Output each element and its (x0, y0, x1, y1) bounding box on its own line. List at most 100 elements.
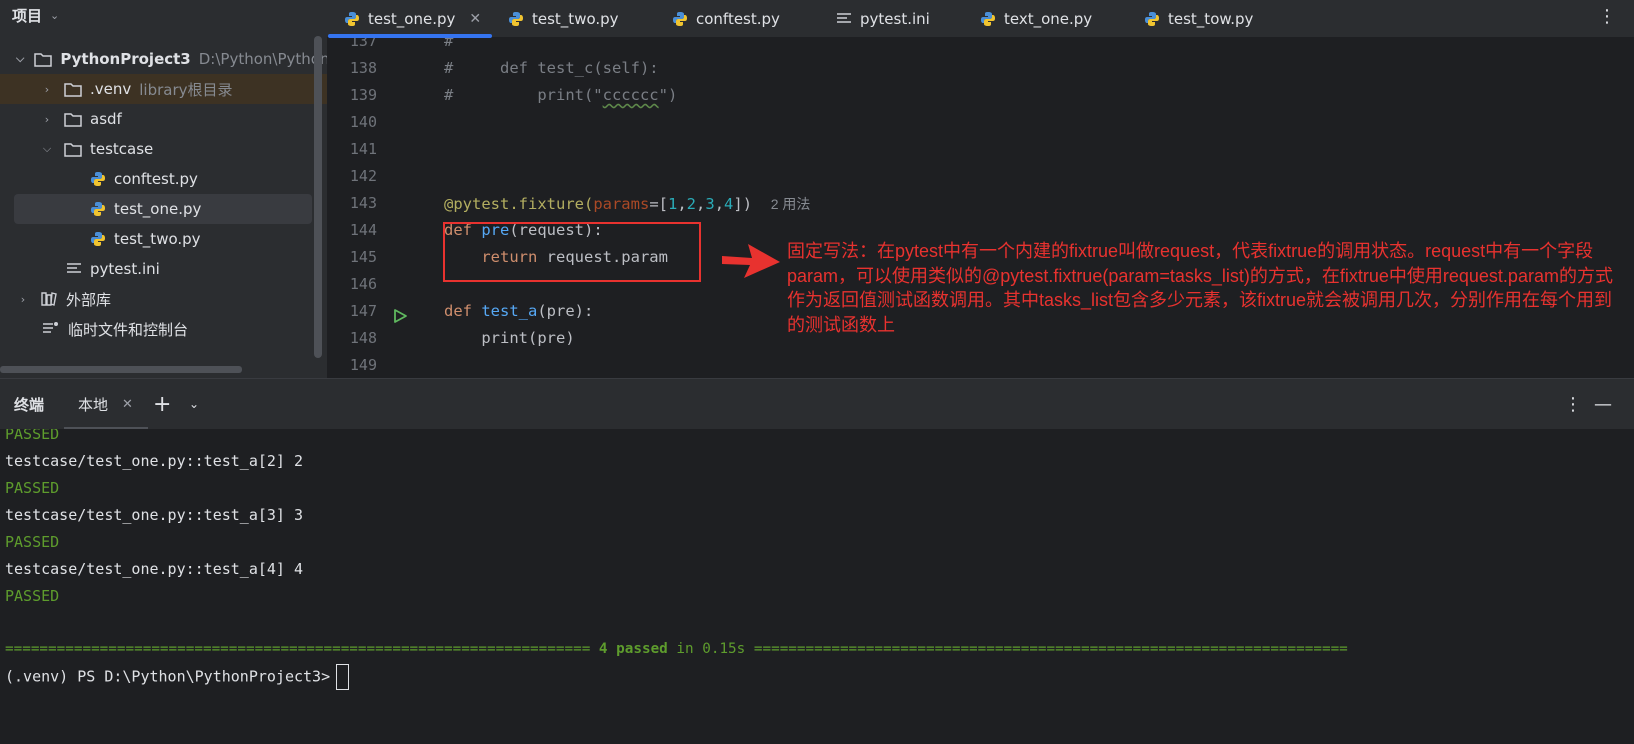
tree-item-test-two[interactable]: test_two.py (0, 224, 316, 254)
sidebar-vertical-scrollbar[interactable] (314, 36, 322, 358)
chevron-down-icon[interactable]: ⌵ (40, 142, 54, 156)
close-icon[interactable]: ✕ (122, 397, 133, 412)
run-test-icon[interactable] (392, 308, 408, 328)
tree-item-label: asdf (90, 110, 122, 128)
terminal-line: PASSED (5, 533, 60, 551)
minimize-icon[interactable]: — (1594, 379, 1612, 429)
terminal-prompt[interactable]: (.venv) PS D:\Python\PythonProject3> (5, 664, 350, 690)
annotation-arrow-icon (722, 240, 780, 284)
tree-item-venv[interactable]: › .venv library根目录 (0, 74, 327, 104)
project-panel-header[interactable]: 项目 ⌄ (0, 0, 327, 30)
line-number: 149 (349, 356, 377, 374)
terminal-summary-line: ========================================… (5, 641, 1348, 657)
python-file-icon (672, 11, 688, 27)
tab-pytest-ini[interactable]: pytest.ini (836, 0, 930, 38)
more-vertical-icon[interactable]: ⋮ (1564, 379, 1582, 429)
code-line-138: # def test_c(self): (444, 59, 659, 77)
code-line-148: print(pre) (481, 329, 575, 347)
tree-item-scratches[interactable]: 临时文件和控制台 (0, 314, 316, 344)
line-number: 146 (349, 275, 377, 293)
python-file-icon (980, 11, 996, 27)
line-number: 139 (349, 86, 377, 104)
text-file-icon (66, 262, 82, 276)
terminal-line: PASSED (5, 479, 60, 497)
line-number: 145 (349, 248, 377, 266)
tab-label: test_two.py (532, 10, 619, 28)
tree-item-project-root[interactable]: ⌵ PythonProject3 D:\Python\PythonP (0, 44, 327, 74)
tree-item-label: test_one.py (114, 200, 202, 218)
line-number: 138 (349, 59, 377, 77)
tree-item-hint: library根目录 (139, 80, 233, 99)
tree-item-asdf[interactable]: › asdf (0, 104, 316, 134)
add-terminal-icon[interactable]: + (153, 379, 171, 429)
folder-icon (64, 82, 82, 97)
tab-label: pytest.ini (860, 10, 930, 28)
chevron-down-icon[interactable]: ⌵ (16, 52, 24, 66)
terminal-line: testcase/test_one.py::test_a[3] 3 (5, 506, 304, 524)
more-vertical-icon[interactable]: ⋮ (1598, 4, 1616, 30)
tree-item-label: conftest.py (114, 170, 198, 188)
annotation-text: 固定写法：在pytest中有一个内建的fixtrue叫做request，代表fi… (787, 241, 1613, 335)
chevron-right-icon[interactable]: › (16, 293, 30, 306)
folder-icon (34, 52, 53, 67)
terminal-line: PASSED (5, 587, 60, 605)
terminal-output[interactable]: PASSED testcase/test_one.py::test_a[2] 2… (0, 429, 1634, 744)
tab-terminal-local[interactable]: 本地 ✕ (78, 379, 133, 429)
python-file-icon (508, 11, 524, 27)
folder-icon (64, 142, 82, 157)
tree-item-conftest[interactable]: conftest.py (0, 164, 316, 194)
tab-label: test_tow.py (1168, 10, 1254, 28)
line-number: 142 (349, 167, 377, 185)
line-number: 144 (349, 221, 377, 239)
python-file-icon (90, 201, 106, 217)
project-panel-title: 项目 (12, 6, 43, 25)
terminal-line: testcase/test_one.py::test_a[2] 2 (5, 452, 304, 470)
chevron-right-icon[interactable]: › (40, 113, 54, 126)
code-line-137: # (444, 38, 454, 50)
tree-item-pytest-ini[interactable]: pytest.ini (0, 254, 316, 284)
close-icon[interactable]: ✕ (469, 11, 481, 27)
tab-label: 本地 (78, 395, 109, 414)
sidebar-horizontal-scrollbar[interactable] (0, 366, 242, 373)
tab-text-one[interactable]: text_one.py (980, 0, 1092, 38)
scratches-icon (42, 321, 60, 337)
line-number: 140 (349, 113, 377, 131)
folder-icon (64, 112, 82, 127)
tab-test-two[interactable]: test_two.py (508, 0, 619, 38)
usages-hint: 2 用法 (770, 196, 811, 212)
chevron-down-icon[interactable]: ⌄ (189, 379, 199, 429)
tab-test-tow[interactable]: test_tow.py (1144, 0, 1253, 38)
code-line-143: @pytest.fixture(params=[1,2,3,4]) 2 用法 (444, 195, 811, 213)
tree-item-test-one[interactable]: test_one.py (14, 194, 312, 224)
python-file-icon (344, 11, 360, 27)
chevron-right-icon[interactable]: › (40, 83, 54, 96)
tree-item-label: 外部库 (66, 290, 112, 309)
tree-item-label: 临时文件和控制台 (68, 320, 189, 339)
tree-item-external-libraries[interactable]: › 外部库 (0, 284, 316, 314)
tree-item-testcase[interactable]: ⌵ testcase (0, 134, 316, 164)
line-number: 143 (349, 194, 377, 212)
tab-conftest[interactable]: conftest.py (672, 0, 780, 38)
tree-item-label: test_two.py (114, 230, 201, 248)
terminal-header: 终端 本地 ✕ + ⌄ ⋮ — (0, 379, 1634, 430)
tab-label: text_one.py (1004, 10, 1093, 28)
code-line-147: def test_a(pre): (444, 302, 594, 320)
python-file-icon (1144, 11, 1160, 27)
line-number: 148 (349, 329, 377, 347)
tab-label: test_one.py (368, 10, 456, 28)
terminal-title: 终端 (14, 395, 45, 414)
code-line-139: # print("cccccc") (444, 86, 678, 104)
tree-item-path: D:\Python\PythonP (198, 50, 327, 68)
tree-item-label: .venv (90, 80, 132, 98)
python-file-icon (90, 231, 106, 247)
tree-item-label: pytest.ini (90, 260, 160, 278)
tab-label: conftest.py (696, 10, 780, 28)
library-icon (40, 291, 58, 307)
terminal-line: testcase/test_one.py::test_a[4] 4 (5, 560, 304, 578)
tab-test-one[interactable]: test_one.py ✕ (344, 0, 481, 38)
line-number: 147 (349, 302, 377, 320)
line-number: 141 (349, 140, 377, 158)
terminal-cursor (336, 664, 350, 690)
annotation-highlight-box (443, 222, 701, 282)
chevron-down-icon[interactable]: ⌄ (50, 9, 59, 22)
